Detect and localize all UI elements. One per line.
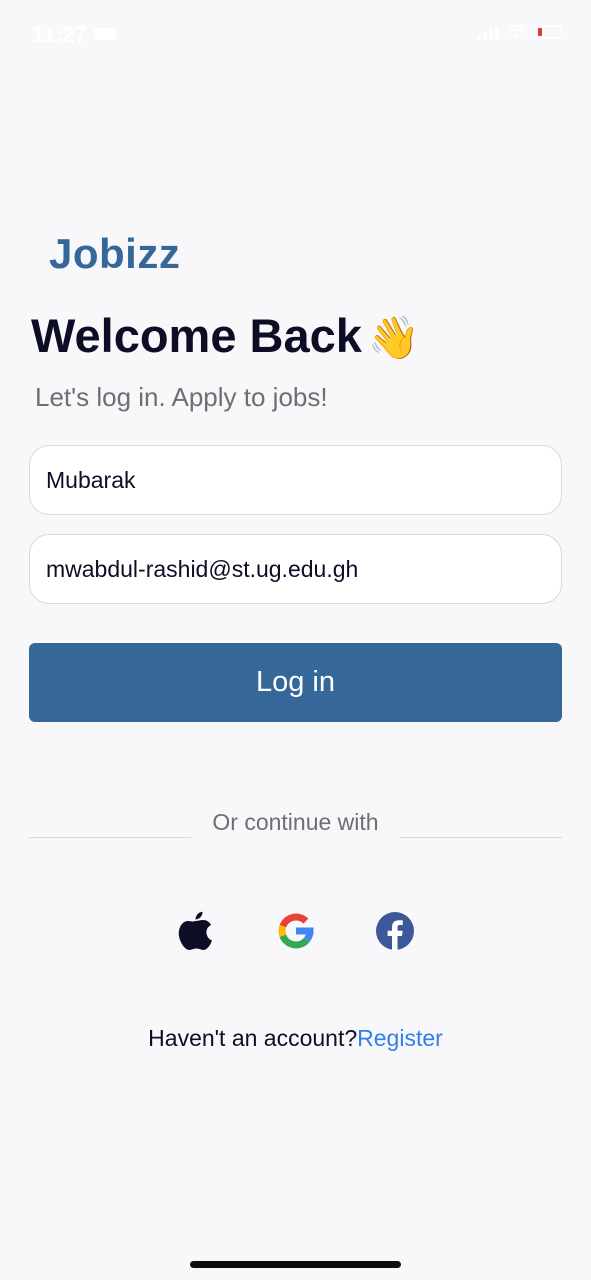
register-prompt: Haven't an account?Register <box>0 1025 591 1052</box>
divider-right <box>400 837 562 838</box>
facebook-login-button[interactable] <box>375 911 415 951</box>
name-field[interactable]: Mubarak <box>29 445 562 515</box>
status-icons <box>477 24 561 40</box>
google-login-button[interactable] <box>276 911 316 951</box>
login-button[interactable]: Log in <box>29 643 562 722</box>
home-indicator[interactable] <box>190 1261 401 1268</box>
status-bar: 11:27 <box>0 0 591 70</box>
screen-mirroring-icon <box>94 28 116 40</box>
waving-hand-icon: 👋 <box>367 314 421 361</box>
apple-login-button[interactable] <box>175 911 215 951</box>
divider-left <box>29 837 191 838</box>
register-prompt-text: Haven't an account? <box>148 1025 358 1051</box>
google-icon <box>278 913 314 949</box>
page-subtitle: Let's log in. Apply to jobs! <box>35 382 328 412</box>
facebook-icon <box>376 912 414 950</box>
battery-level <box>538 28 542 36</box>
page-title: Welcome Back 👋 <box>31 308 420 363</box>
wifi-icon <box>507 24 527 39</box>
email-field-value: mwabdul-rashid@st.ug.edu.gh <box>46 555 359 582</box>
login-button-label: Log in <box>255 666 335 698</box>
apple-icon <box>178 911 212 950</box>
email-field[interactable]: mwabdul-rashid@st.ug.edu.gh <box>29 534 562 604</box>
page-title-text: Welcome Back <box>31 309 362 362</box>
status-time: 11:27 <box>32 22 88 47</box>
divider-text: Or continue with <box>212 809 379 835</box>
name-field-value: Mubarak <box>46 466 136 493</box>
cellular-signal-icon <box>477 24 499 40</box>
app-logo: Jobizz <box>49 230 181 277</box>
register-link[interactable]: Register <box>357 1025 443 1051</box>
battery-icon <box>535 25 561 39</box>
